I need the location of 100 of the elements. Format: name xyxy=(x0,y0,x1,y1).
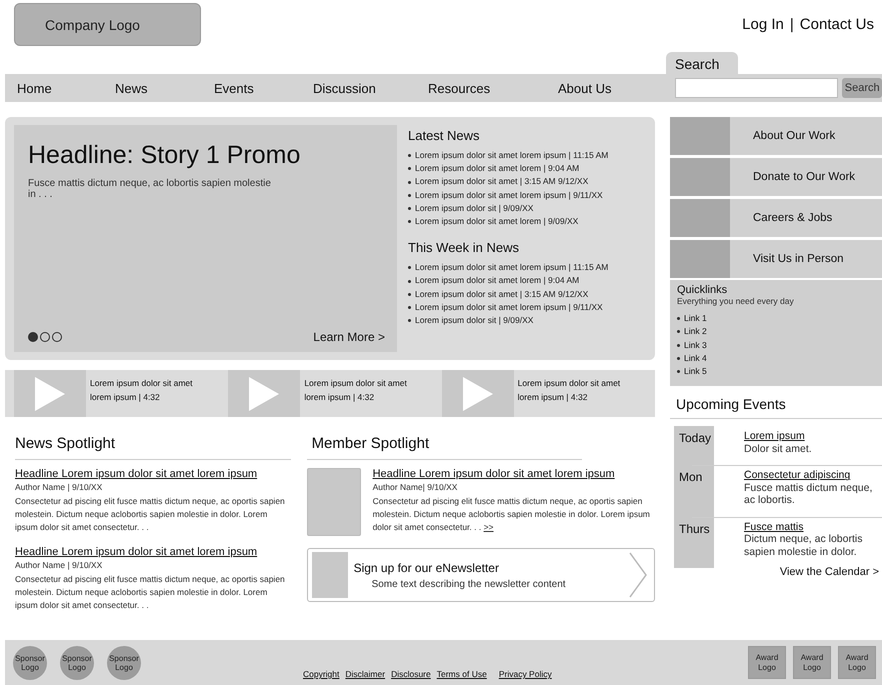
footer-link[interactable]: Disclosure xyxy=(391,669,431,679)
bullet-icon xyxy=(408,306,411,309)
footer-link[interactable]: Copyright xyxy=(303,669,340,679)
event-description: Dolor sit amet. xyxy=(744,442,812,456)
read-more-link[interactable]: >> xyxy=(484,522,494,532)
video-title: Lorem ipsum dolor sit amet xyxy=(90,377,193,390)
bullet-icon xyxy=(677,330,680,334)
award-logo[interactable]: Award Logo xyxy=(838,646,876,679)
video-thumbnail[interactable] xyxy=(14,370,86,417)
bullet-icon xyxy=(408,206,411,210)
award-logo[interactable]: Award Logo xyxy=(793,646,831,679)
carousel-dot[interactable] xyxy=(28,332,38,342)
quick-link[interactable]: Link 5 xyxy=(684,365,707,378)
newsletter-signup-card[interactable]: Sign up for our eNewsletter Some text describing the newsletter content xyxy=(306,548,655,602)
news-link[interactable]: Lorem ipsum dolor sit | 9/09/XX xyxy=(415,202,534,216)
promo-headline: Headline: Story 1 Promo xyxy=(28,141,302,170)
byline: Author Name| 9/10/XX xyxy=(372,482,458,492)
event-description: Fusce mattis dictum neque, ac lobortis. xyxy=(744,482,874,507)
video-meta: lorem ipsum | 4:32 xyxy=(90,391,161,404)
footer-link[interactable]: Terms of Use xyxy=(436,669,487,679)
nav-link[interactable]: News xyxy=(115,80,214,96)
carousel-dot[interactable] xyxy=(52,332,62,342)
bullet-icon xyxy=(408,167,411,170)
bullet-icon xyxy=(677,344,680,347)
news-link[interactable]: Lorem ipsum dolor sit | 9/09/XX xyxy=(415,314,534,328)
newsletter-image-placeholder xyxy=(312,552,348,598)
news-link[interactable]: Lorem ipsum dolor sit amet lorem | 9:04 AM xyxy=(415,274,580,288)
bullet-icon xyxy=(408,180,411,184)
bullet-icon xyxy=(408,280,411,283)
quick-link[interactable]: Link 1 xyxy=(684,312,707,326)
event-description: Dictum neque, ac lobortis sapien molestie in dolor. xyxy=(744,533,864,558)
feature-tile[interactable]: Careers & Jobs xyxy=(670,199,882,237)
bullet-icon xyxy=(408,292,411,296)
event-link[interactable]: Consectetur adipiscing xyxy=(744,469,882,482)
play-icon xyxy=(35,376,65,410)
bullet-icon xyxy=(408,220,411,224)
article-excerpt: Consectetur ad piscing elit fusce mattis dictum neque, ac oportis sapien molestein. Dictum neque aclobortis sapien molestie in dolor. Lorem ipsum dolor sit amet consectetur. . . >> xyxy=(372,495,651,534)
event-link[interactable]: Fusce mattis xyxy=(744,520,882,534)
video-thumbnail[interactable] xyxy=(442,370,514,417)
news-link[interactable]: Lorem ipsum dolor sit amet | 3:15 AM 9/12/XX xyxy=(415,175,588,189)
news-link[interactable]: Lorem ipsum dolor sit amet | 3:15 AM 9/12/XX xyxy=(415,288,588,301)
log-in-link[interactable]: Log In xyxy=(742,16,784,33)
quick-link[interactable]: Link 2 xyxy=(684,325,707,339)
video-title: Lorem ipsum dolor sit amet xyxy=(518,377,620,390)
news-link[interactable]: Lorem ipsum dolor sit amet lorem ipsum | 11:15 AM xyxy=(415,261,608,274)
sponsor-logo[interactable]: Sponsor Logo xyxy=(13,646,47,680)
video-thumbnail[interactable] xyxy=(228,370,300,417)
feature-tile[interactable]: Visit Us in Person xyxy=(670,240,882,278)
learn-more-link[interactable]: Learn More > xyxy=(313,330,385,344)
footer-link[interactable]: Disclaimer xyxy=(345,669,386,679)
award-logo[interactable]: Award Logo xyxy=(748,646,786,679)
article-headline-link[interactable]: Headline Lorem ipsum dolor sit amet lorem ipsum xyxy=(15,468,291,480)
video-meta: lorem ipsum | 4:32 xyxy=(518,391,588,404)
section-title: Member Spotlight xyxy=(306,435,582,460)
news-list-title: Latest News xyxy=(408,128,481,143)
bullet-icon xyxy=(677,370,680,374)
section-title: News Spotlight xyxy=(15,435,291,460)
nav-link[interactable]: Resources xyxy=(428,80,558,96)
quick-link[interactable]: Link 4 xyxy=(684,352,707,366)
sponsor-logo[interactable]: Sponsor Logo xyxy=(107,646,141,680)
footer-link[interactable]: Privacy Policy xyxy=(498,669,552,679)
chevron-right-icon xyxy=(628,551,648,599)
news-link[interactable]: Lorem ipsum dolor sit amet lorem | 9:04 AM xyxy=(415,162,580,176)
byline: Author Name | 9/10/XX xyxy=(15,482,104,492)
quick-link[interactable]: Link 3 xyxy=(684,338,707,352)
video-meta: lorem ipsum | 4:32 xyxy=(304,391,376,404)
news-link[interactable]: Lorem ipsum dolor sit amet lorem ipsum | 9/11/XX xyxy=(415,300,603,314)
feature-tile[interactable]: About Our Work xyxy=(670,117,882,155)
nav-link[interactable]: Events xyxy=(214,80,313,96)
view-calendar-link[interactable]: View the Calendar > xyxy=(780,566,879,578)
byline: Author Name | 9/10/XX xyxy=(15,560,104,570)
quicklinks-subtitle: Everything you need every day xyxy=(677,296,795,306)
event-day: Thurs xyxy=(679,520,744,558)
bullet-icon xyxy=(408,154,411,158)
video-title: Lorem ipsum dolor sit amet xyxy=(304,377,407,390)
bullet-icon xyxy=(408,319,411,322)
nav-link[interactable]: About Us xyxy=(558,80,670,96)
event-link[interactable]: Lorem ipsum xyxy=(744,430,812,443)
play-icon xyxy=(249,376,280,410)
carousel-dot[interactable] xyxy=(40,332,50,342)
search-field[interactable] xyxy=(675,78,838,98)
quicklinks-title: Quicklinks xyxy=(677,284,728,296)
bullet-icon xyxy=(408,266,411,270)
search-button[interactable]: Search xyxy=(842,78,882,98)
link-separator: | xyxy=(790,16,794,33)
news-list-title: This Week in News xyxy=(408,240,520,256)
news-link[interactable]: Lorem ipsum dolor sit amet lorem | 9/09/XX xyxy=(415,215,578,228)
feature-tile[interactable]: Donate to Our Work xyxy=(670,158,882,196)
nav-link[interactable]: Discussion xyxy=(313,80,428,96)
bullet-icon xyxy=(677,357,680,360)
article-headline-link[interactable]: Headline Lorem ipsum dolor sit amet lorem ipsum xyxy=(15,546,291,558)
news-link[interactable]: Lorem ipsum dolor sit amet lorem ipsum | 11:15 AM xyxy=(415,149,608,162)
news-link[interactable]: Lorem ipsum dolor sit amet lorem ipsum | 9/11/XX xyxy=(415,188,603,202)
company-logo[interactable]: Company Logo xyxy=(14,3,201,46)
contact-us-link[interactable]: Contact Us xyxy=(800,16,874,33)
sponsor-logo[interactable]: Sponsor Logo xyxy=(60,646,94,680)
newsletter-description: Some text describing the newsletter content xyxy=(370,578,567,590)
bullet-icon xyxy=(408,194,411,197)
article-headline-link[interactable]: Headline Lorem ipsum dolor sit amet lorem ipsum xyxy=(372,468,653,480)
nav-link[interactable]: Home xyxy=(17,80,115,96)
